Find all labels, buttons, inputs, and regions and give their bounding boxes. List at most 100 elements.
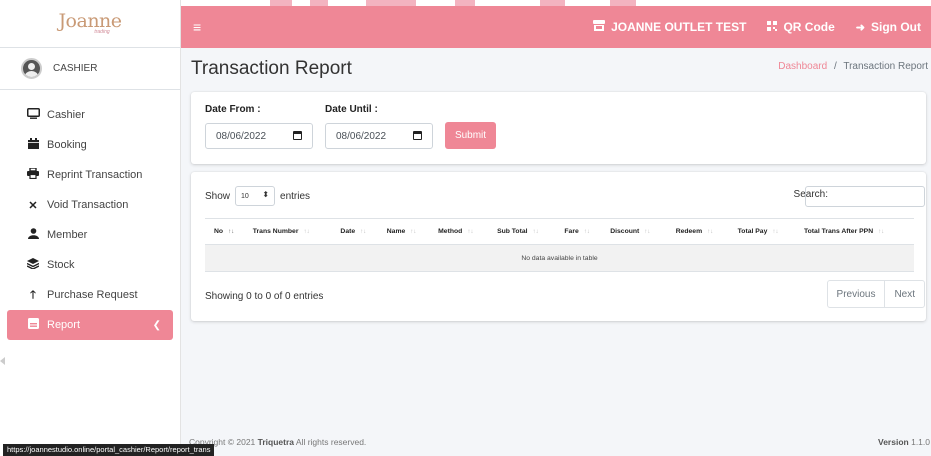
sort-icon: ↑↓: [228, 229, 235, 235]
column-header-trans-number[interactable]: Trans Number ↑↓: [243, 218, 332, 245]
column-header-method[interactable]: Method ↑↓: [429, 218, 489, 245]
sidebar-item-booking[interactable]: Booking: [7, 130, 173, 160]
next-page-button[interactable]: Next: [885, 281, 924, 307]
sort-icon: ↑↓: [707, 229, 714, 235]
sort-icon: ↑↓: [772, 229, 779, 235]
sort-icon: ↑↓: [644, 229, 651, 235]
outlet-name: JOANNE OUTLET TEST: [611, 20, 747, 34]
search-input[interactable]: [805, 186, 925, 207]
store-icon: [593, 20, 606, 34]
submit-button[interactable]: Submit: [445, 122, 496, 149]
sidebar-item-reprint-transaction[interactable]: Reprint Transaction: [7, 160, 173, 190]
column-header-redeem[interactable]: Redeem ↑↓: [666, 218, 729, 245]
sidebar-item-label: Purchase Request: [47, 289, 138, 301]
pagination: Previous Next: [826, 280, 925, 308]
sort-icon: ↑↓: [467, 229, 474, 235]
date-from-value: 08/06/2022: [216, 130, 267, 142]
table-header-row: No ↑↓ Trans Number ↑↓ Date ↑↓ Name ↑↓ Method…: [205, 218, 914, 245]
column-header-date[interactable]: Date ↑↓: [331, 218, 378, 245]
filter-card: Date From : Date Until : 08/06/2022 08/0…: [191, 92, 926, 164]
table-info: Showing 0 to 0 of 0 entries: [205, 291, 324, 302]
sign-out-button[interactable]: ➜ Sign Out: [856, 20, 921, 34]
sidebar-item-label: Booking: [47, 139, 87, 151]
column-header-no[interactable]: No ↑↓: [205, 218, 244, 245]
table-row: No data available in table: [205, 244, 914, 272]
sidebar-item-cashier[interactable]: Cashier: [7, 100, 173, 130]
monitor-icon: [26, 108, 40, 122]
sort-icon: ↑↓: [410, 229, 417, 235]
arrow-up-icon: 🡑: [30, 288, 36, 301]
printer-icon: [26, 167, 40, 182]
sidebar-menu: Cashier Booking Reprint Transaction ✕ Vo…: [0, 90, 180, 340]
sidebar-item-label: Member: [47, 229, 88, 241]
close-icon: ✕: [28, 199, 38, 212]
page-length-control: Show 10 ⬍ entries: [205, 186, 310, 206]
select-arrows-icon: ⬍: [262, 190, 270, 199]
user-panel[interactable]: CASHIER: [0, 48, 180, 90]
breadcrumb: Dashboard / Transaction Report: [778, 61, 928, 72]
top-navbar: ≡ JOANNE OUTLET TEST QR Code ➜ Sign Out: [181, 6, 931, 48]
sidebar-item-label: Void Transaction: [47, 199, 129, 211]
version-info: Version 1.1.0: [878, 437, 930, 447]
sort-icon: ↑↓: [303, 229, 310, 235]
sidebar-item-label: Stock: [47, 259, 75, 271]
calendar-picker-icon[interactable]: [413, 131, 422, 140]
qr-code-icon: [767, 20, 778, 34]
sort-icon: ↑↓: [360, 229, 367, 235]
user-icon: [26, 228, 40, 242]
column-header-sub-total[interactable]: Sub Total ↑↓: [488, 218, 556, 245]
column-header-discount[interactable]: Discount ↑↓: [601, 218, 667, 245]
sidebar-item-label: Report: [47, 319, 81, 331]
report-table-card: Show 10 ⬍ entries Search: No ↑↓ Trans Num…: [191, 172, 926, 321]
column-header-fare[interactable]: Fare ↑↓: [555, 218, 602, 245]
sort-icon: ↑↓: [583, 229, 590, 235]
status-bar-url: https://joannestudio.online/portal_cashi…: [3, 444, 215, 456]
sign-out-label: Sign Out: [871, 20, 921, 34]
footer: Copyright © 2021 Triquetra All rights re…: [181, 428, 931, 456]
brand-logo[interactable]: Joanne trading: [0, 0, 180, 48]
date-from-input[interactable]: 08/06/2022: [205, 123, 313, 149]
sidebar: Joanne trading CASHIER Cashier Booking R…: [0, 0, 181, 456]
sidebar-item-member[interactable]: Member: [7, 220, 173, 250]
page-length-select[interactable]: 10 ⬍: [235, 186, 276, 206]
column-header-total-trans-after-ppn[interactable]: Total Trans After PPN ↑↓: [794, 218, 914, 245]
sidebar-item-label: Cashier: [47, 109, 85, 121]
page-length-value: 10: [241, 192, 249, 200]
copyright: Copyright © 2021 Triquetra All rights re…: [189, 437, 367, 447]
breadcrumb-current: Transaction Report: [843, 61, 928, 72]
sidebar-item-label: Reprint Transaction: [47, 169, 143, 181]
user-name: CASHIER: [53, 63, 98, 74]
report-icon: [26, 318, 40, 332]
chevron-left-icon: ❮: [152, 319, 161, 331]
sidebar-item-report[interactable]: Report ❮: [7, 310, 173, 340]
copyright-brand-link[interactable]: Triquetra: [258, 437, 294, 447]
logo-text: Joanne: [58, 10, 122, 32]
column-header-total-pay[interactable]: Total Pay ↑↓: [728, 218, 795, 245]
entries-label: entries: [280, 190, 311, 202]
column-header-name[interactable]: Name ↑↓: [377, 218, 430, 245]
hamburger-menu-icon[interactable]: ≡: [193, 19, 201, 35]
date-until-label: Date Until :: [325, 104, 378, 115]
show-label: Show: [205, 190, 231, 202]
sort-icon: ↑↓: [532, 229, 539, 235]
date-until-input[interactable]: 08/06/2022: [325, 123, 433, 149]
sidebar-item-stock[interactable]: Stock: [7, 250, 173, 280]
avatar: [21, 58, 42, 79]
layers-icon: [26, 258, 40, 272]
sidebar-item-void-transaction[interactable]: ✕ Void Transaction: [7, 190, 173, 220]
page-title: Transaction Report: [191, 58, 352, 79]
date-from-label: Date From :: [205, 104, 261, 115]
logo-subtext: trading: [94, 29, 110, 35]
breadcrumb-separator: /: [833, 61, 837, 72]
sort-icon: ↑↓: [878, 229, 885, 235]
calendar-picker-icon[interactable]: [293, 131, 302, 140]
date-until-value: 08/06/2022: [336, 130, 387, 142]
qr-code-button[interactable]: QR Code: [767, 20, 835, 34]
breadcrumb-dashboard-link[interactable]: Dashboard: [778, 61, 827, 72]
previous-page-button[interactable]: Previous: [828, 281, 886, 307]
sidebar-item-purchase-request[interactable]: 🡑 Purchase Request: [7, 280, 173, 310]
empty-table-message: No data available in table: [205, 244, 914, 272]
sign-out-icon: ➜: [855, 21, 865, 34]
outlet-button[interactable]: JOANNE OUTLET TEST: [593, 20, 746, 34]
qr-code-label: QR Code: [783, 20, 835, 34]
